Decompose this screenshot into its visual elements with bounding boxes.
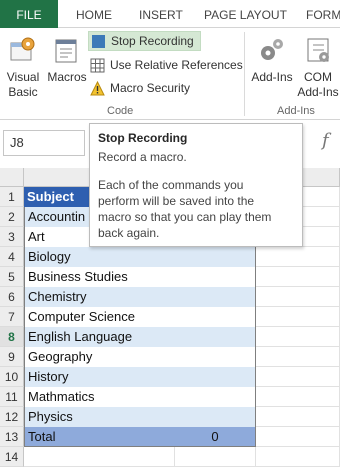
tab-file[interactable]: FILE bbox=[0, 0, 58, 28]
table-cell[interactable]: History bbox=[24, 367, 175, 387]
stop-recording-button[interactable]: Stop Recording bbox=[88, 31, 201, 51]
tab-formulas[interactable]: FORM bbox=[306, 0, 340, 28]
row-header[interactable]: 7 bbox=[0, 307, 24, 327]
tab-home[interactable]: HOME bbox=[76, 0, 112, 28]
table-cell[interactable] bbox=[175, 387, 256, 407]
name-box[interactable]: J8 bbox=[3, 130, 85, 156]
table-cell[interactable]: Biology bbox=[24, 247, 175, 267]
table-cell[interactable]: Business Studies bbox=[24, 267, 175, 287]
table-cell[interactable] bbox=[175, 347, 256, 367]
row-header[interactable]: 6 bbox=[0, 287, 24, 307]
add-ins-label: Add-Ins bbox=[251, 70, 293, 84]
add-ins-group-label: Add-Ins bbox=[277, 105, 315, 117]
row-header[interactable]: 9 bbox=[0, 347, 24, 367]
relative-references-label: Use Relative References bbox=[110, 58, 243, 72]
table-cell[interactable] bbox=[175, 307, 256, 327]
table-cell[interactable] bbox=[175, 287, 256, 307]
stop-recording-label: Stop Recording bbox=[111, 34, 194, 48]
table-cell[interactable]: English Language bbox=[24, 327, 175, 347]
visual-basic-label: Visual Basic bbox=[6, 70, 40, 99]
row-header[interactable]: 5 bbox=[0, 267, 24, 287]
tab-page-layout[interactable]: PAGE LAYOUT bbox=[204, 0, 287, 28]
select-all-corner[interactable] bbox=[0, 168, 24, 187]
tooltip-title: Stop Recording bbox=[98, 131, 188, 145]
table-cell[interactable]: Total bbox=[24, 427, 175, 447]
visual-basic-button[interactable]: Visual Basic bbox=[2, 32, 44, 102]
use-relative-references-button[interactable]: Use Relative References bbox=[90, 55, 243, 75]
add-ins-button[interactable]: Add-Ins bbox=[248, 32, 296, 102]
com-add-ins-label: COM Add-Ins bbox=[297, 70, 339, 99]
table-cell[interactable] bbox=[175, 327, 256, 347]
stop-square-icon bbox=[92, 34, 105, 48]
table-cell[interactable]: 0 bbox=[175, 427, 256, 447]
macros-icon bbox=[55, 39, 77, 63]
macros-button[interactable]: Macros bbox=[46, 32, 88, 102]
table-cell[interactable] bbox=[175, 407, 256, 427]
com-add-ins-button[interactable]: COM Add-Ins bbox=[296, 32, 340, 102]
macro-security-label: Macro Security bbox=[110, 81, 191, 95]
visual-basic-icon bbox=[10, 37, 35, 61]
table-cell[interactable] bbox=[175, 367, 256, 387]
row-header[interactable]: 11 bbox=[0, 387, 24, 407]
fx-icon[interactable]: f bbox=[322, 130, 329, 151]
ribbon: Visual Basic Macros Stop Recording Use R… bbox=[0, 28, 340, 120]
row-header[interactable]: 1 bbox=[0, 187, 24, 207]
table-cell[interactable]: Mathmatics bbox=[24, 387, 175, 407]
row-header[interactable]: 13 bbox=[0, 427, 24, 447]
table-cell[interactable]: Chemistry bbox=[24, 287, 175, 307]
table-cell[interactable] bbox=[175, 267, 256, 287]
table-cell[interactable]: Computer Science bbox=[24, 307, 175, 327]
macros-label: Macros bbox=[47, 70, 87, 84]
row-header[interactable]: 8 bbox=[0, 327, 24, 347]
stop-recording-tooltip: Stop Recording Record a macro. Each of t… bbox=[89, 123, 303, 247]
row-header[interactable]: 12 bbox=[0, 407, 24, 427]
row-header[interactable]: 4 bbox=[0, 247, 24, 267]
table-cell[interactable]: Geography bbox=[24, 347, 175, 367]
tooltip-body: Each of the commands you perform will be… bbox=[98, 178, 272, 240]
macro-security-button[interactable]: Macro Security bbox=[90, 78, 190, 98]
group-separator bbox=[244, 32, 245, 116]
row-header[interactable]: 3 bbox=[0, 227, 24, 247]
row-header[interactable]: 2 bbox=[0, 207, 24, 227]
grid-horizontal-line bbox=[24, 466, 340, 467]
table-cell[interactable]: Physics bbox=[24, 407, 175, 427]
row-header[interactable]: 10 bbox=[0, 367, 24, 387]
row-header[interactable]: 14 bbox=[0, 447, 24, 467]
gears-icon bbox=[261, 39, 283, 60]
warning-icon bbox=[90, 80, 105, 95]
tooltip-subtitle: Record a macro. bbox=[98, 150, 187, 164]
ribbon-tabs: FILE HOME INSERT PAGE LAYOUT FORM bbox=[0, 0, 340, 28]
code-group-label: Code bbox=[107, 105, 134, 117]
relative-references-icon bbox=[90, 58, 105, 72]
com-add-ins-icon bbox=[307, 38, 329, 62]
tab-insert[interactable]: INSERT bbox=[139, 0, 183, 28]
table-cell[interactable] bbox=[175, 247, 256, 267]
